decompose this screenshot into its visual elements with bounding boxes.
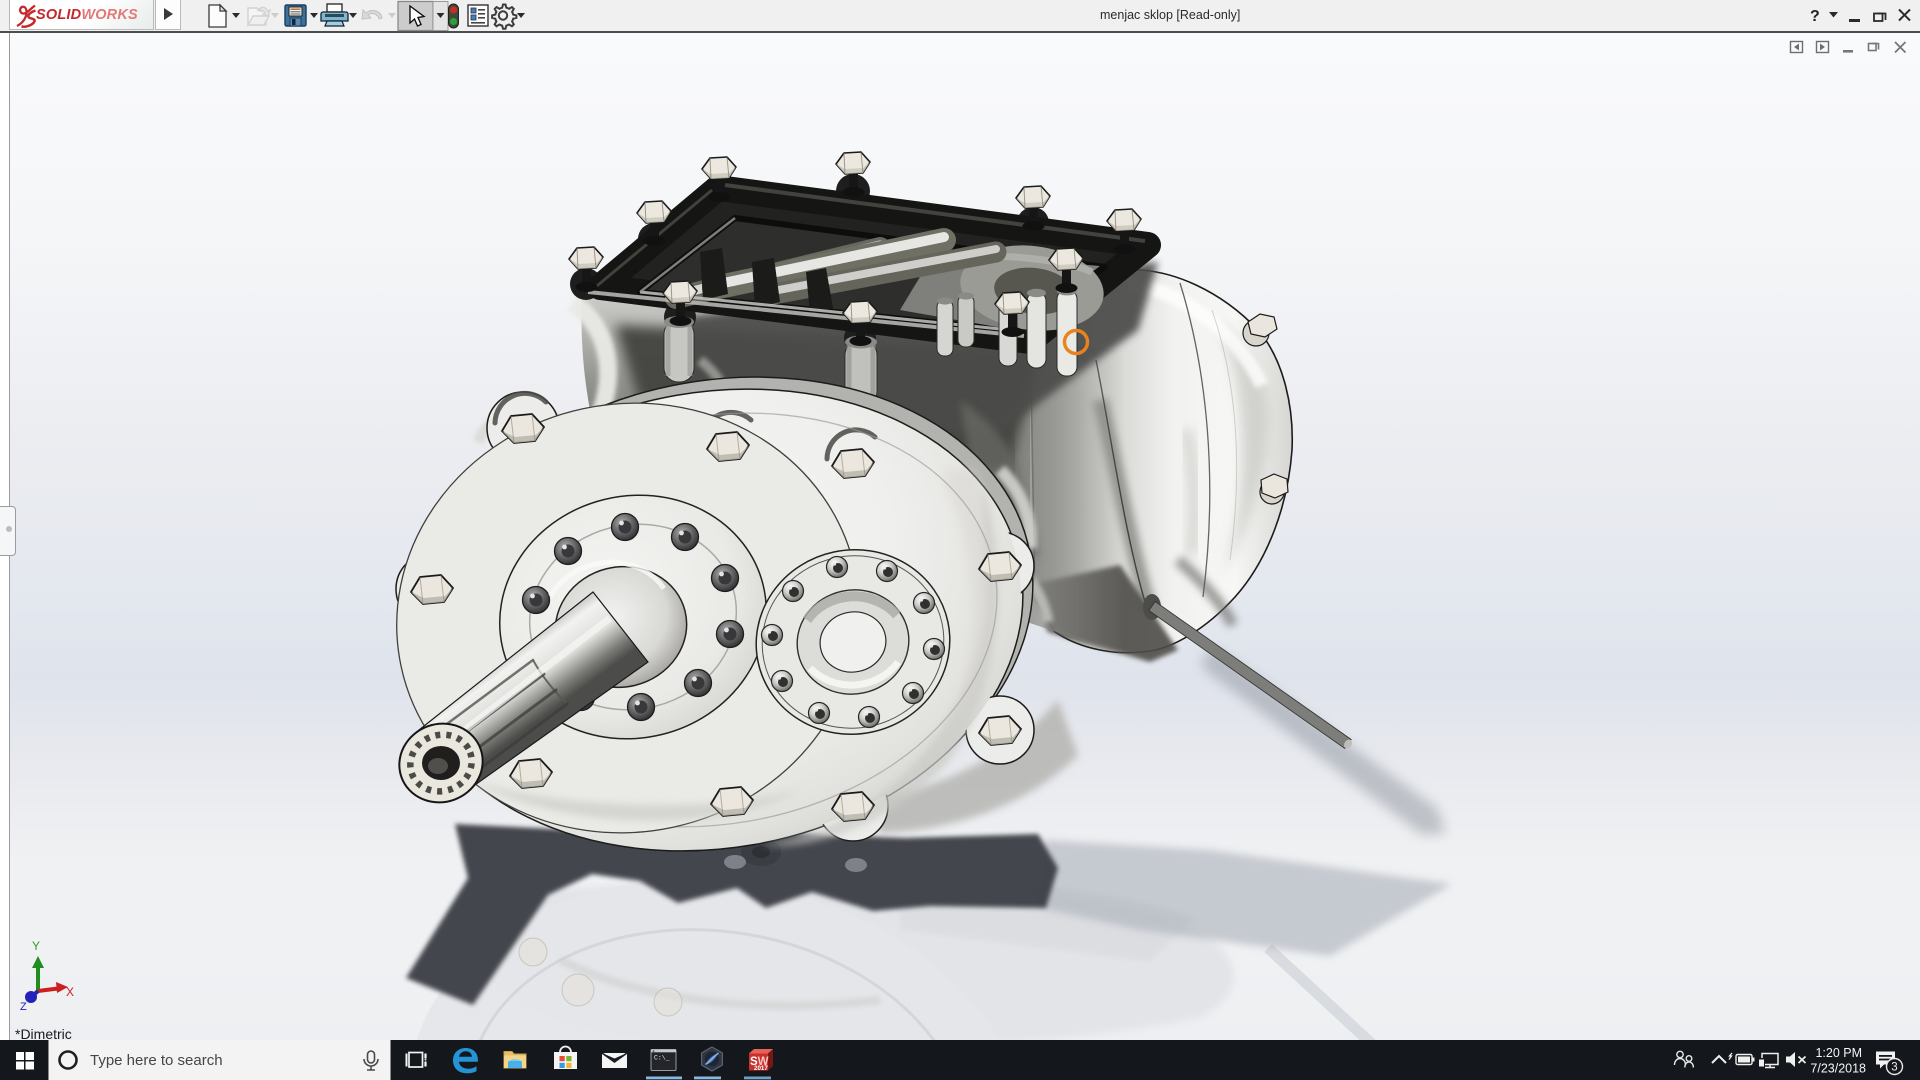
svg-text:2017: 2017 [754, 1065, 768, 1072]
svg-text:3: 3 [1891, 1062, 1897, 1074]
svg-text:X: X [66, 985, 74, 999]
svg-text:Y: Y [32, 939, 40, 953]
svg-text:1:20 PM: 1:20 PM [1815, 1046, 1862, 1060]
svg-text:C:\_: C:\_ [654, 1055, 670, 1062]
svg-text:?: ? [1810, 8, 1820, 25]
svg-text:Z: Z [20, 1001, 27, 1013]
svg-text:7/23/2018: 7/23/2018 [1810, 1062, 1866, 1076]
